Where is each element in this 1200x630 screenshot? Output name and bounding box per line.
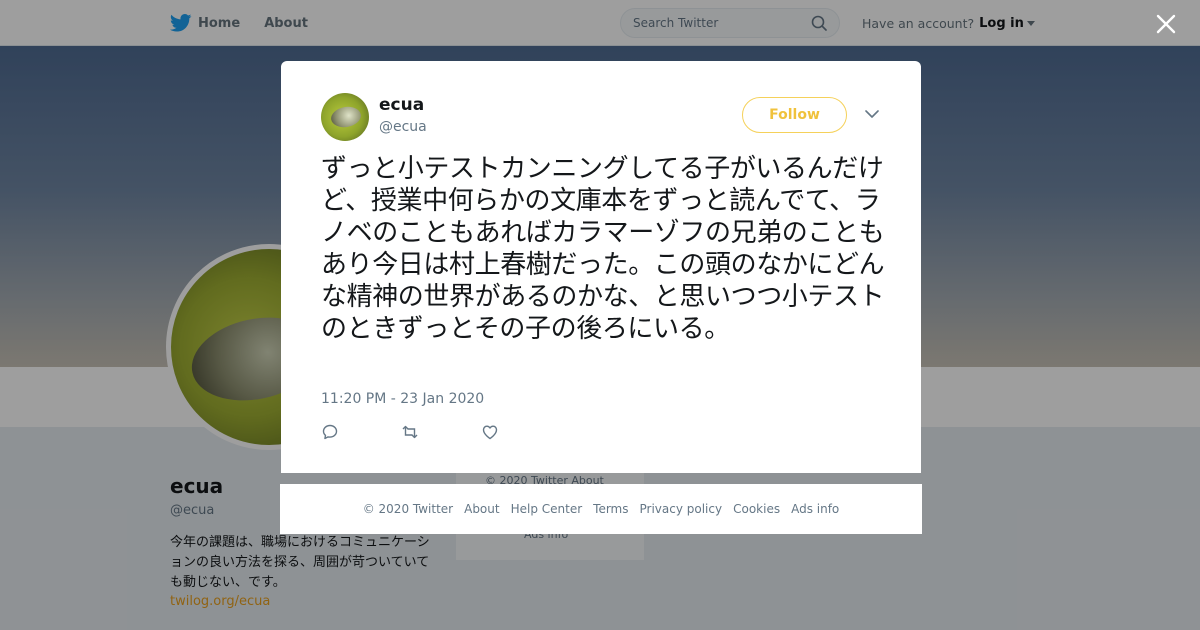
retweet-icon[interactable] — [401, 423, 419, 441]
tweet-author-handle[interactable]: @ecua — [379, 119, 427, 135]
tweet-author-name[interactable]: ecua — [379, 95, 424, 115]
chevron-down-icon[interactable] — [865, 109, 879, 119]
footer-link-ads-info[interactable]: Ads info — [791, 502, 839, 516]
footer-link-terms[interactable]: Terms — [593, 502, 628, 516]
tweet-actions — [321, 423, 561, 441]
footer-link-about[interactable]: About — [464, 502, 499, 516]
close-icon[interactable] — [1154, 12, 1178, 36]
footer-link-help-center[interactable]: Help Center — [511, 502, 583, 516]
footer-copyright: © 2020 Twitter — [362, 502, 454, 516]
heart-icon[interactable] — [481, 423, 499, 441]
footer-link-privacy[interactable]: Privacy policy — [640, 502, 723, 516]
tweet-modal: ecua @ecua Follow ずっと小テストカンニングしてる子がいるんだけ… — [281, 61, 921, 473]
avatar-fish-image — [329, 104, 363, 130]
follow-button[interactable]: Follow — [742, 97, 847, 133]
tweet-text: ずっと小テストカンニングしてる子がいるんだけど、授業中何らかの文庫本をずっと読ん… — [321, 154, 885, 344]
tweet-author-avatar[interactable] — [321, 93, 369, 141]
modal-footer: © 2020 Twitter About Help Center Terms P… — [280, 484, 922, 534]
reply-icon[interactable] — [321, 423, 339, 441]
footer-link-cookies[interactable]: Cookies — [733, 502, 780, 516]
tweet-timestamp[interactable]: 11:20 PM - 23 Jan 2020 — [321, 391, 484, 407]
